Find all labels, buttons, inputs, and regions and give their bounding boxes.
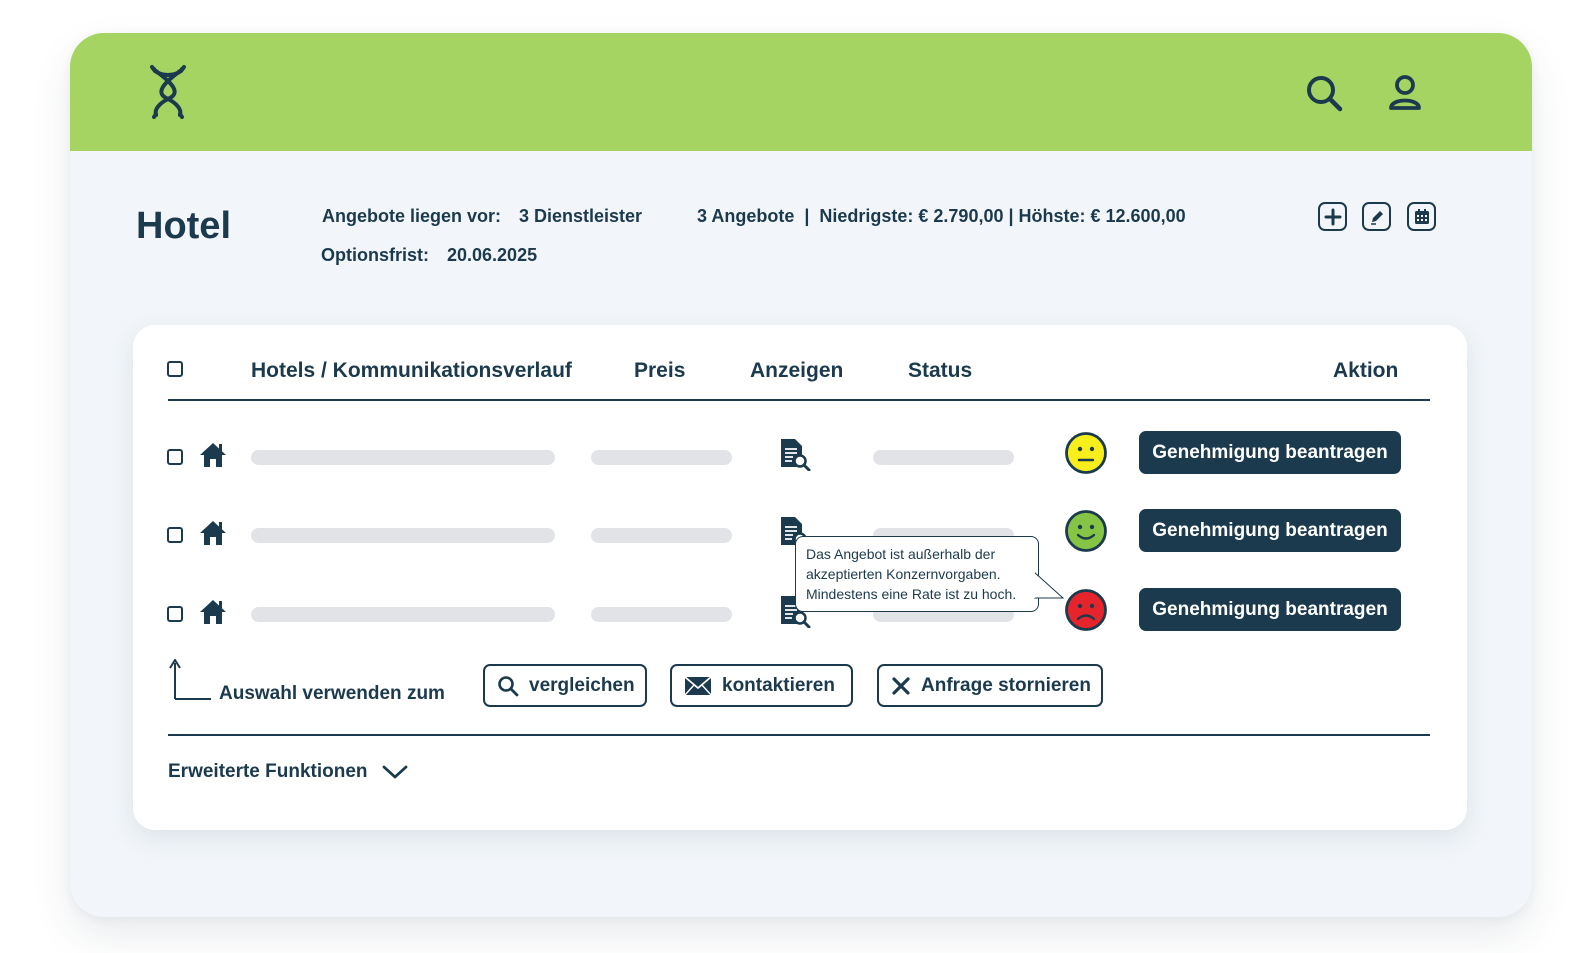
top-bar — [70, 33, 1532, 151]
offers-label: Angebote liegen vor: — [322, 206, 502, 226]
price-placeholder — [591, 528, 732, 543]
tooltip-pointer — [1033, 572, 1065, 599]
tooltip-line: akzeptierten Konzernvorgaben. — [806, 566, 1001, 582]
pretzel-logo-icon — [150, 65, 186, 119]
price-placeholder — [591, 607, 732, 622]
offers-table-card: Hotels / Kommunikationsverlauf Preis Anz… — [133, 325, 1467, 830]
advanced-functions-toggle[interactable]: Erweiterte Funktionen — [168, 761, 408, 783]
footer-divider — [168, 734, 1430, 736]
edit-icon — [1370, 210, 1383, 225]
contact-button-label: kontaktieren — [722, 674, 835, 696]
hotel-name-placeholder — [251, 450, 555, 465]
request-approval-button[interactable]: Genehmigung beantragen — [1139, 431, 1401, 474]
tooltip-line: Mindestens eine Rate ist zu hoch. — [806, 586, 1017, 602]
selection-label: Auswahl verwenden zum — [219, 683, 445, 704]
row-checkbox[interactable] — [167, 606, 183, 622]
request-approval-button[interactable]: Genehmigung beantragen — [1139, 588, 1401, 631]
add-button[interactable] — [1318, 202, 1347, 231]
offers-value: 3 Dienstleister — [519, 206, 643, 226]
request-approval-button[interactable]: Genehmigung beantragen — [1139, 509, 1401, 552]
close-icon — [892, 676, 910, 695]
row-checkbox[interactable] — [167, 449, 183, 465]
status-tooltip: Das Angebot ist außerhalb der akzeptiert… — [795, 536, 1039, 612]
neutral-face-icon — [1065, 432, 1107, 474]
cancel-request-button[interactable]: Anfrage stornieren — [877, 664, 1103, 707]
app-window: Hotel Angebote liegen vor: 3 Dienstleist… — [70, 33, 1532, 917]
tooltip-line: Das Angebot ist außerhalb der — [806, 546, 996, 562]
house-icon — [200, 600, 226, 624]
happy-face-icon — [1065, 510, 1107, 552]
hotel-name-placeholder — [251, 528, 555, 543]
calendar-button[interactable] — [1407, 202, 1436, 231]
option-deadline-value: 20.06.2025 — [447, 245, 538, 265]
column-header-price: Preis — [634, 359, 686, 382]
document-search-icon[interactable] — [778, 437, 812, 471]
status-placeholder — [873, 450, 1014, 465]
house-icon — [200, 443, 226, 467]
column-header-status: Status — [908, 359, 973, 382]
page-title: Hotel — [136, 205, 231, 247]
option-deadline-label: Optionsfrist: — [321, 245, 429, 265]
user-icon[interactable] — [1385, 73, 1425, 113]
calendar-icon — [1414, 208, 1429, 224]
column-header-action: Aktion — [1333, 359, 1399, 382]
column-header-show: Anzeigen — [750, 359, 844, 382]
edit-button[interactable] — [1362, 202, 1391, 231]
row-checkbox[interactable] — [167, 527, 183, 543]
compare-button[interactable]: vergleichen — [483, 664, 647, 707]
house-icon — [200, 521, 226, 545]
contact-button[interactable]: kontaktieren — [670, 664, 853, 707]
plus-icon — [1324, 208, 1341, 225]
hotel-name-placeholder — [251, 607, 555, 622]
header-divider — [168, 399, 1430, 401]
advanced-functions-label: Erweiterte Funktionen — [168, 761, 368, 782]
search-icon[interactable] — [1304, 73, 1344, 113]
selection-arrow-icon — [169, 659, 211, 700]
offers-summary: 3 Angebote | Niedrigste: € 2.790,00 | Hö… — [697, 206, 1186, 226]
search-icon — [498, 675, 519, 696]
compare-button-label: vergleichen — [529, 674, 635, 696]
chevron-down-icon — [382, 765, 407, 779]
select-all-checkbox[interactable] — [167, 361, 183, 377]
column-header-hotels: Hotels / Kommunikationsverlauf — [251, 359, 572, 382]
cancel-request-button-label: Anfrage stornieren — [921, 674, 1091, 696]
envelope-icon — [684, 675, 712, 695]
price-placeholder — [591, 450, 732, 465]
